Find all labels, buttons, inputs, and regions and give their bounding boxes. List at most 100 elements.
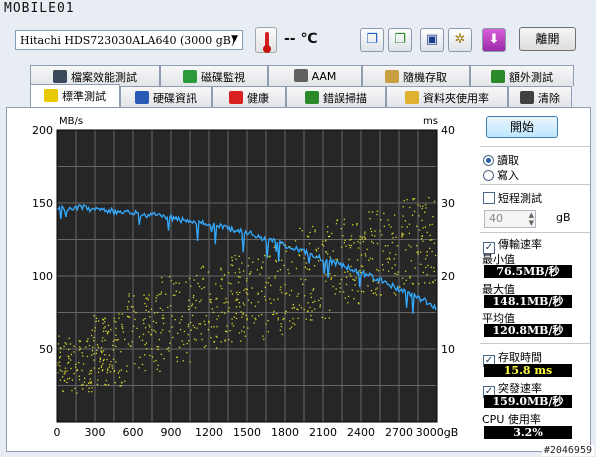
write-radio[interactable]: 寫入 — [483, 167, 519, 183]
drive-select[interactable]: Hitachi HDS723030ALA640 (3000 gB) ▼ — [15, 30, 243, 50]
tab-disk-monitor[interactable]: 磁碟監視 — [160, 65, 268, 86]
access-time-point — [113, 317, 115, 319]
copy-image-button[interactable]: ❐ — [388, 28, 412, 52]
access-time-point — [130, 306, 133, 308]
access-time-point — [293, 306, 295, 308]
access-time-point — [91, 350, 94, 352]
access-time-point — [201, 338, 203, 341]
access-time-point — [291, 261, 293, 263]
access-time-point — [121, 313, 123, 315]
access-time-point — [145, 342, 148, 344]
access-time-point — [131, 341, 133, 343]
tab-label: 磁碟監視 — [201, 71, 245, 84]
access-time-point — [349, 273, 351, 275]
access-time-point — [144, 318, 146, 320]
access-time-point — [322, 240, 324, 242]
access-time-point — [408, 232, 410, 234]
access-time-point — [402, 233, 405, 235]
access-time-point — [220, 269, 222, 271]
tab-label: 硬碟資訊 — [153, 92, 197, 105]
health-cross-icon — [229, 91, 243, 104]
access-time-point — [254, 305, 257, 307]
access-time-point — [405, 270, 407, 272]
access-time-point — [99, 360, 101, 363]
access-time-point — [375, 288, 377, 291]
tab-label: 檔案效能測試 — [71, 71, 137, 84]
access-time-value: 15.8 ms — [484, 364, 572, 377]
access-time-point — [210, 301, 212, 304]
tab-folder[interactable]: 資料夾使用率 — [386, 86, 508, 107]
read-radio[interactable]: 讀取 — [483, 152, 519, 168]
access-time-point — [284, 312, 286, 315]
access-time-point — [263, 295, 266, 298]
access-time-point — [135, 312, 137, 314]
access-time-point — [62, 390, 64, 392]
access-time-point — [114, 382, 116, 384]
access-time-point — [59, 347, 61, 349]
access-time-point — [356, 223, 358, 225]
access-time-point — [171, 315, 173, 317]
download-button[interactable]: ⬇ — [482, 28, 506, 52]
tab-extra-tests[interactable]: 額外測試 — [470, 65, 574, 86]
access-time-point — [413, 210, 416, 213]
access-time-point — [277, 319, 279, 321]
access-time-point — [300, 250, 303, 252]
y-left-tick-label: 50 — [39, 343, 53, 356]
access-time-point — [78, 340, 80, 342]
tab-file-benchmark[interactable]: 檔案效能測試 — [30, 65, 160, 86]
short-test-checkbox[interactable]: 短程測試 — [483, 190, 542, 206]
access-time-point — [246, 280, 248, 282]
access-time-point — [76, 370, 78, 372]
access-time-point — [381, 264, 384, 266]
access-time-point — [199, 301, 201, 303]
access-time-point — [319, 306, 321, 308]
access-time-point — [309, 231, 311, 234]
access-time-point — [152, 320, 155, 322]
access-time-point — [246, 288, 248, 291]
access-time-point — [264, 286, 266, 288]
access-time-point — [325, 273, 327, 276]
tab-health-cross[interactable]: 健康 — [212, 86, 286, 107]
access-time-point — [327, 253, 329, 255]
access-time-point — [190, 285, 192, 287]
access-time-point — [144, 327, 147, 329]
access-time-point — [274, 277, 276, 279]
access-time-point — [299, 227, 301, 229]
divider — [480, 146, 590, 147]
copy-text-button[interactable]: ❐ — [360, 28, 384, 52]
access-time-point — [433, 270, 435, 273]
tab-random-access[interactable]: 隨機存取 — [362, 65, 470, 86]
tab-info[interactable]: 硬碟資訊 — [120, 86, 212, 107]
options-button[interactable]: ✲ — [448, 28, 472, 52]
save-button[interactable]: ▣ — [420, 28, 444, 52]
access-time-point — [332, 250, 334, 252]
access-time-point — [431, 223, 433, 225]
access-time-point — [313, 288, 315, 290]
tab-speaker[interactable]: AAM — [268, 65, 362, 86]
start-button[interactable]: 開始 — [486, 116, 558, 138]
access-time-point — [369, 218, 371, 220]
access-time-point — [339, 283, 341, 285]
tab-lightbulb[interactable]: 標準測試 — [30, 84, 120, 107]
access-time-point — [371, 234, 373, 236]
access-time-point — [167, 347, 170, 349]
access-time-point — [267, 331, 269, 333]
tab-row-bottom: 標準測試 硬碟資訊 健康 錯誤掃描 資料夾使用率 清除 — [0, 84, 596, 107]
tab-trash[interactable]: 清除 — [508, 86, 572, 107]
access-time-point — [122, 331, 124, 333]
access-time-point — [257, 258, 259, 260]
stepper-arrows-icon: ▲ ▼ — [528, 211, 534, 227]
access-time-point — [239, 276, 241, 278]
short-test-size-stepper[interactable]: 40 ▲ ▼ — [484, 210, 536, 228]
access-time-point — [243, 326, 245, 328]
x-tick-label: 3000gB — [416, 426, 459, 439]
access-time-point — [292, 304, 294, 306]
access-time-point — [92, 346, 94, 348]
exit-button[interactable]: 離開 — [519, 27, 576, 51]
access-time-point — [382, 269, 384, 271]
access-time-point — [358, 247, 360, 249]
access-time-point — [334, 293, 336, 295]
tab-magnifier[interactable]: 錯誤掃描 — [286, 86, 386, 107]
access-time-point — [161, 329, 164, 331]
access-time-point — [353, 242, 355, 244]
